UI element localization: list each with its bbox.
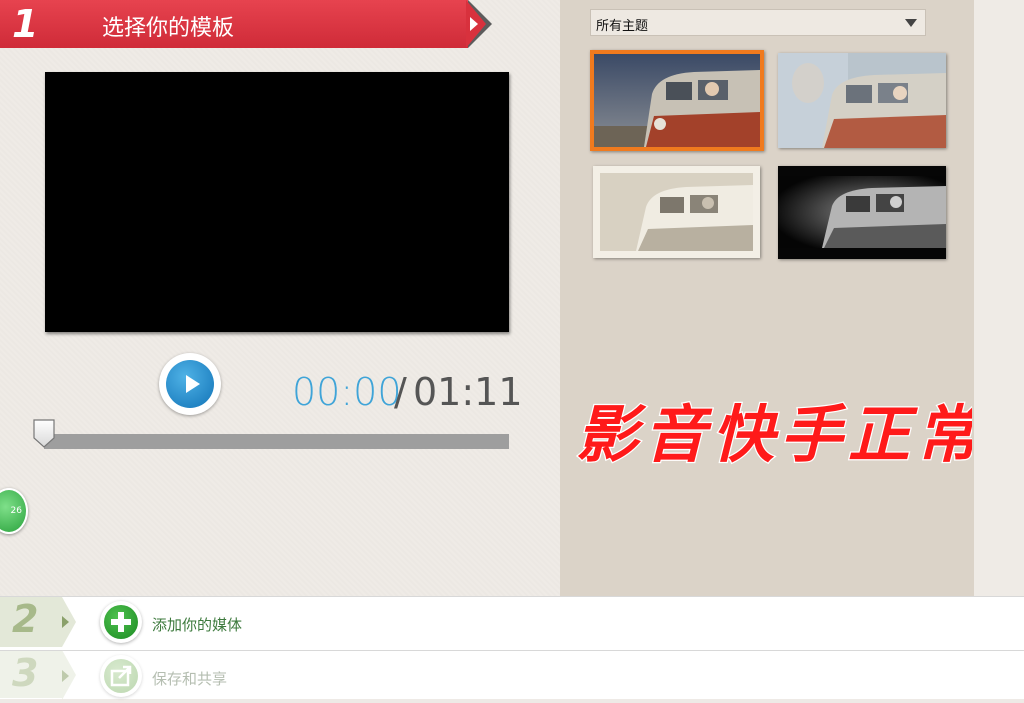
step3-number: 3	[12, 651, 39, 695]
step3-chevron-icon	[62, 670, 69, 682]
video-preview[interactable]	[45, 72, 509, 332]
theme-thumbnail-3[interactable]	[593, 166, 760, 258]
bus-photo-icon	[594, 54, 760, 147]
step1-chevron-icon	[470, 17, 478, 31]
play-icon	[186, 375, 200, 393]
step2-row[interactable]: 2 添加你的媒体	[0, 597, 1024, 649]
theme-thumbnail-4[interactable]	[778, 166, 946, 259]
theme-thumbnail-1[interactable]	[590, 50, 764, 151]
current-time: 00:00	[292, 370, 402, 414]
seek-bar[interactable]	[44, 434, 509, 449]
bus-photo-icon	[778, 166, 946, 259]
theme-filter-value: 所有主题	[596, 19, 649, 34]
chevron-down-icon	[905, 19, 917, 27]
step1-title: 选择你的模板	[102, 16, 235, 41]
add-media-button[interactable]	[100, 601, 142, 643]
theme-filter-dropdown[interactable]: 所有主题	[590, 9, 926, 36]
seek-handle[interactable]	[32, 418, 56, 448]
time-separator: /	[394, 370, 407, 414]
total-time: 01:11	[413, 370, 523, 414]
add-media-label[interactable]: 添加你的媒体	[152, 614, 242, 635]
watermark-text: 影音快手正常	[575, 397, 972, 472]
step1-number: 1	[12, 2, 39, 46]
save-share-button[interactable]	[100, 655, 142, 697]
step2-chevron-icon	[62, 616, 69, 628]
bus-photo-icon	[600, 173, 753, 251]
save-share-label[interactable]: 保存和共享	[152, 668, 227, 689]
bus-photo-icon	[778, 53, 946, 148]
watermark-label: 影音快手正常	[576, 398, 972, 471]
theme-thumbnail-2[interactable]	[778, 53, 946, 148]
badge-count: 26	[10, 506, 22, 516]
share-icon	[104, 659, 138, 693]
plus-icon	[104, 605, 138, 639]
step2-number: 2	[12, 597, 39, 641]
right-margin	[974, 0, 1024, 596]
step3-row[interactable]: 3 保存和共享	[0, 650, 1024, 703]
